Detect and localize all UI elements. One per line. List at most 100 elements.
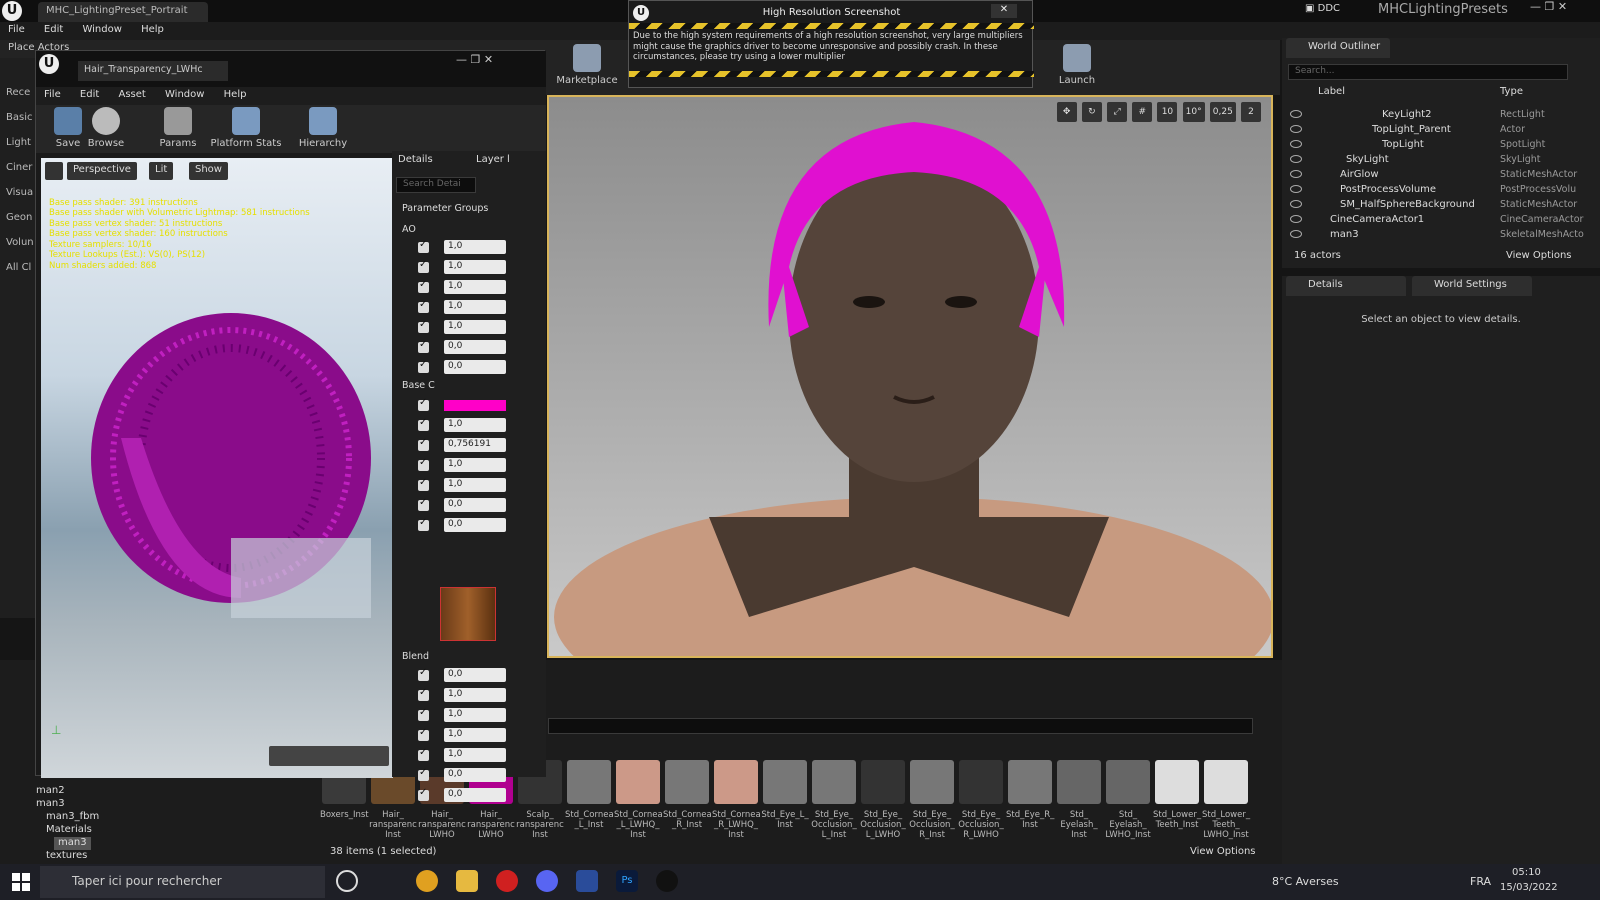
outliner-row[interactable]: TopLight SpotLight bbox=[1282, 138, 1600, 153]
param-checkbox[interactable] bbox=[418, 457, 429, 471]
level-viewport[interactable]: ✥ ↻ ⤢ # 10 10° 0,25 2 bbox=[547, 95, 1273, 658]
ao-param-row[interactable]: 1,0 bbox=[392, 299, 546, 317]
ao-param-value[interactable]: 1,0 bbox=[444, 280, 506, 294]
blend-param-value[interactable]: 1,0 bbox=[444, 728, 506, 742]
mode-visual[interactable]: Visua bbox=[0, 180, 36, 205]
content-search[interactable] bbox=[548, 718, 1253, 734]
folder-man3-fbm[interactable]: man3_fbm bbox=[46, 811, 99, 824]
mode-geometry[interactable]: Geon bbox=[0, 205, 36, 230]
outliner-row[interactable]: PostProcessVolume PostProcessVolu bbox=[1282, 183, 1600, 198]
base-color-swatch[interactable] bbox=[444, 400, 506, 411]
col-type[interactable]: Type bbox=[1500, 86, 1523, 97]
content-view-options[interactable]: View Options bbox=[1190, 846, 1256, 857]
menu-help[interactable]: Help bbox=[133, 22, 172, 37]
param-checkbox[interactable] bbox=[418, 727, 429, 741]
menu-file[interactable]: File bbox=[0, 22, 33, 37]
blend-param-row[interactable]: 1,0 bbox=[392, 707, 546, 725]
asset-thumbnail[interactable] bbox=[910, 760, 954, 804]
camera-speed[interactable]: 2 bbox=[1241, 102, 1261, 122]
outliner-row[interactable]: SkyLight SkyLight bbox=[1282, 153, 1600, 168]
blend-param-value[interactable]: 1,0 bbox=[444, 688, 506, 702]
ao-param-value[interactable]: 1,0 bbox=[444, 300, 506, 314]
asset-thumbnail[interactable] bbox=[714, 760, 758, 804]
param-checkbox[interactable] bbox=[418, 667, 429, 681]
details-tab[interactable]: Details bbox=[398, 154, 433, 165]
ddc-indicator[interactable]: ▣ DDC bbox=[1305, 3, 1340, 14]
outliner-row[interactable]: CineCameraActor1 CineCameraActor bbox=[1282, 213, 1600, 228]
param-checkbox[interactable] bbox=[418, 477, 429, 491]
blend-param-row[interactable]: 0,0 bbox=[392, 787, 546, 805]
ao-param-row[interactable]: 1,0 bbox=[392, 259, 546, 277]
param-checkbox[interactable] bbox=[418, 397, 429, 411]
asset-thumbnail[interactable] bbox=[861, 760, 905, 804]
param-checkbox[interactable] bbox=[418, 417, 429, 431]
launch-button[interactable]: Launch bbox=[1045, 42, 1109, 92]
browse-button[interactable]: Browse bbox=[74, 105, 138, 155]
mode-volumes[interactable]: Volun bbox=[0, 230, 36, 255]
ao-group[interactable]: AO bbox=[402, 224, 416, 235]
outliner-row[interactable]: KeyLight2 RectLight bbox=[1282, 108, 1600, 123]
chrome-icon[interactable] bbox=[416, 870, 438, 892]
mode-all-classes[interactable]: All Cl bbox=[0, 255, 36, 280]
asset-thumbnail[interactable] bbox=[1008, 760, 1052, 804]
translate-icon[interactable]: ✥ bbox=[1056, 102, 1077, 122]
clock-time[interactable]: 05:10 bbox=[1512, 867, 1541, 878]
eye-icon[interactable] bbox=[1290, 230, 1302, 238]
param-checkbox[interactable] bbox=[418, 687, 429, 701]
blend-param-row[interactable]: 0,0 bbox=[392, 667, 546, 685]
blend-param-value[interactable]: 0,0 bbox=[444, 788, 506, 802]
unreal-taskbar-icon[interactable] bbox=[656, 870, 678, 892]
menu-edit[interactable]: Edit bbox=[36, 22, 71, 37]
file-explorer-icon[interactable] bbox=[456, 870, 478, 892]
base-param-value[interactable]: 1,0 bbox=[444, 478, 506, 492]
scale-snap[interactable]: 0,25 bbox=[1209, 102, 1236, 122]
asset-thumbnail[interactable] bbox=[665, 760, 709, 804]
eye-icon[interactable] bbox=[1290, 110, 1302, 118]
ao-param-value[interactable]: 1,0 bbox=[444, 260, 506, 274]
cortana-icon[interactable] bbox=[336, 870, 358, 892]
base-param-row[interactable]: 0,0 bbox=[392, 497, 546, 515]
hierarchy-button[interactable]: Hierarchy bbox=[288, 105, 358, 155]
ao-param-row[interactable]: 1,0 bbox=[392, 319, 546, 337]
ao-param-value[interactable]: 1,0 bbox=[444, 240, 506, 254]
blend-group[interactable]: Blend bbox=[402, 651, 429, 662]
eye-icon[interactable] bbox=[1290, 170, 1302, 178]
folder-man2[interactable]: man2 bbox=[36, 785, 65, 798]
param-checkbox[interactable] bbox=[418, 299, 429, 313]
ao-param-value[interactable]: 0,0 bbox=[444, 340, 506, 354]
level-tab[interactable]: MHC_LightingPreset_Portrait bbox=[38, 2, 208, 22]
param-checkbox[interactable] bbox=[418, 259, 429, 273]
mode-lights[interactable]: Light bbox=[0, 130, 36, 155]
asset-thumbnail[interactable] bbox=[1155, 760, 1199, 804]
param-checkbox[interactable] bbox=[418, 359, 429, 373]
asset-thumbnail[interactable] bbox=[812, 760, 856, 804]
base-color-row[interactable] bbox=[392, 397, 546, 415]
base-param-row[interactable]: 1,0 bbox=[392, 457, 546, 475]
base-param-value[interactable]: 0,756191 bbox=[444, 438, 506, 452]
ao-param-row[interactable]: 0,0 bbox=[392, 339, 546, 357]
blend-param-value[interactable]: 0,0 bbox=[444, 768, 506, 782]
eye-icon[interactable] bbox=[1290, 155, 1302, 163]
base-param-value[interactable]: 1,0 bbox=[444, 418, 506, 432]
asset-thumbnail[interactable] bbox=[1057, 760, 1101, 804]
eye-icon[interactable] bbox=[1290, 185, 1302, 193]
language-indicator[interactable]: FRA bbox=[1470, 875, 1491, 888]
base-param-value[interactable]: 1,0 bbox=[444, 458, 506, 472]
blend-param-row[interactable]: 0,0 bbox=[392, 767, 546, 785]
material-preview-viewport[interactable]: Perspective Lit Show Base pass shader: 3… bbox=[41, 158, 393, 778]
parameter-groups-header[interactable]: Parameter Groups bbox=[402, 203, 488, 214]
clock-date[interactable]: 15/03/2022 bbox=[1500, 882, 1558, 893]
photoshop-icon[interactable]: Ps bbox=[616, 870, 638, 892]
ao-param-row[interactable]: 1,0 bbox=[392, 279, 546, 297]
blend-param-row[interactable]: 1,0 bbox=[392, 687, 546, 705]
param-checkbox[interactable] bbox=[418, 279, 429, 293]
params-button[interactable]: Params bbox=[146, 105, 210, 155]
grid-size[interactable]: 10 bbox=[1157, 102, 1178, 122]
outliner-view-options[interactable]: View Options bbox=[1506, 250, 1572, 261]
menu-window[interactable]: Window bbox=[74, 22, 129, 37]
menu-file[interactable]: File bbox=[36, 87, 69, 102]
param-checkbox[interactable] bbox=[418, 437, 429, 451]
windows-start-icon[interactable] bbox=[12, 873, 30, 891]
mode-cinematic[interactable]: Ciner bbox=[0, 155, 36, 180]
weather[interactable]: 8°C Averses bbox=[1272, 875, 1339, 888]
